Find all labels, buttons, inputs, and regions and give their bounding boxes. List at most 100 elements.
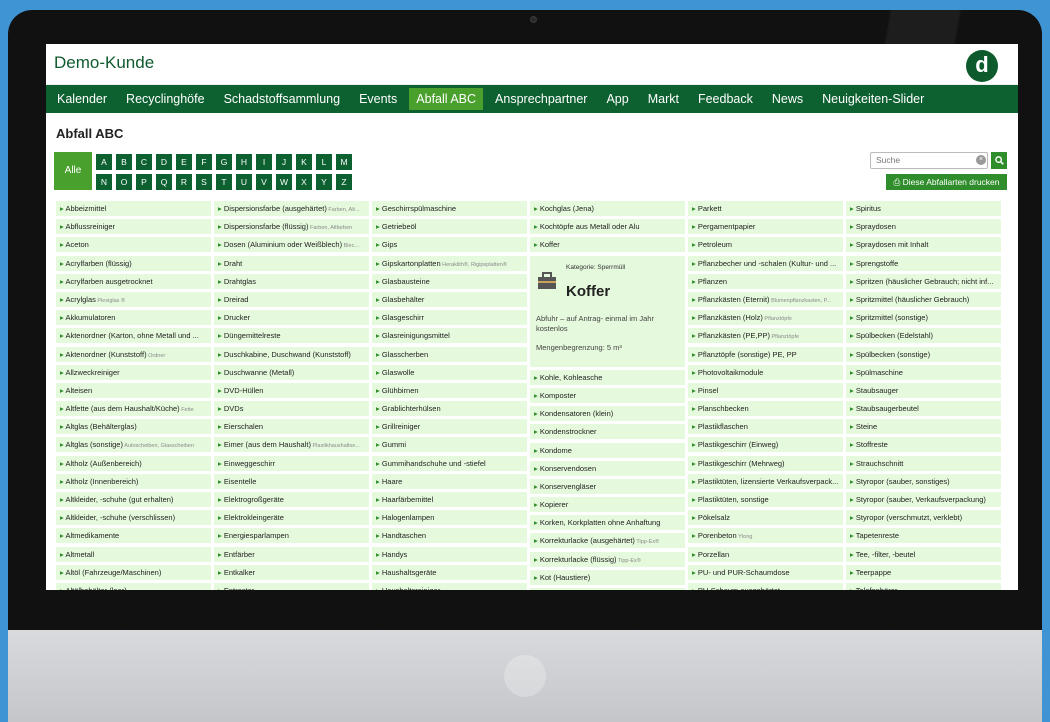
list-item[interactable]: Glasreinigungsmittel: [372, 328, 527, 344]
search-button[interactable]: [991, 152, 1007, 169]
list-item[interactable]: Spritzen (häuslicher Gebrauch; nicht inf…: [846, 273, 1001, 289]
list-item[interactable]: Altkleider, -schuhe (gut erhalten): [56, 492, 211, 507]
list-item[interactable]: Spritzmittel (sonstige): [846, 310, 1001, 326]
list-item[interactable]: Eierschalen: [214, 419, 369, 435]
letter-w-button[interactable]: W: [276, 174, 292, 190]
list-item[interactable]: Abflussreiniger: [56, 219, 211, 235]
list-item[interactable]: Altmetall: [56, 546, 211, 562]
list-item[interactable]: Altöl (Fahrzeuge/Maschinen): [56, 564, 211, 580]
list-item[interactable]: Glasscherben: [372, 346, 527, 362]
list-item[interactable]: Altglas (sonstige) Autoscheiben, Glassch…: [56, 437, 211, 453]
list-item[interactable]: Akkumulatoren: [56, 310, 211, 326]
list-item[interactable]: Entroster: [214, 582, 369, 590]
list-item[interactable]: Glasbehälter: [372, 291, 527, 307]
list-item[interactable]: Abbeizmittel: [56, 201, 211, 216]
site-logo-icon[interactable]: d: [966, 50, 998, 82]
list-item[interactable]: Drucker: [214, 310, 369, 326]
list-item[interactable]: Altmedikamente: [56, 528, 211, 544]
list-item[interactable]: Entkalker: [214, 564, 369, 580]
list-item[interactable]: Kohle, Kohleasche: [530, 369, 685, 385]
list-item[interactable]: Styropor (verschmutzt, verklebt): [846, 510, 1001, 526]
list-item[interactable]: Plastiktüten, lizensierte Verkaufsverpac…: [688, 473, 843, 489]
list-item[interactable]: Haarfärbemittel: [372, 492, 527, 507]
nav-item-recyclinghöfe[interactable]: Recyclinghöfe: [119, 88, 212, 110]
list-item[interactable]: Korrekturlacke (ausgehärtet) Tipp-Ex®: [530, 533, 685, 549]
list-item[interactable]: Duschwanne (Metall): [214, 364, 369, 380]
list-item[interactable]: Staubsaugerbeutel: [846, 401, 1001, 417]
search-input[interactable]: Suche: [870, 152, 988, 169]
nav-item-ansprechpartner[interactable]: Ansprechpartner: [488, 88, 594, 110]
list-item[interactable]: Pergamentpapier: [688, 219, 843, 235]
list-item[interactable]: Pflanzkästen (Holz) Pflanztöpfe: [688, 310, 843, 326]
list-item[interactable]: Haushaltsgeräte: [372, 564, 527, 580]
list-item[interactable]: Haare: [372, 473, 527, 489]
list-item[interactable]: Spülbecken (sonstige): [846, 346, 1001, 362]
list-item[interactable]: Koffer: [530, 237, 685, 253]
list-item[interactable]: Styropor (sauber, Verkaufsverpackung): [846, 492, 1001, 507]
nav-item-feedback[interactable]: Feedback: [691, 88, 760, 110]
list-item[interactable]: Konservengläser: [530, 478, 685, 494]
list-item[interactable]: Styropor (sauber, sonstiges): [846, 473, 1001, 489]
list-item[interactable]: Altkleider, -schuhe (verschlissen): [56, 510, 211, 526]
letter-j-button[interactable]: J: [276, 154, 292, 170]
list-item[interactable]: DVD-Hüllen: [214, 382, 369, 398]
list-item[interactable]: Altglas (Behälterglas): [56, 419, 211, 435]
list-item[interactable]: Getriebeöl: [372, 219, 527, 235]
list-item[interactable]: Altholz (Außenbereich): [56, 455, 211, 471]
list-item[interactable]: Halogenlampen: [372, 510, 527, 526]
list-item[interactable]: Plastikgeschirr (Einweg): [688, 437, 843, 453]
list-item[interactable]: Sprengstoffe: [846, 255, 1001, 271]
list-item[interactable]: Pflanzkästen (PE,PP) Pflanztöpfe: [688, 328, 843, 344]
list-item[interactable]: Acrylfarben ausgetrocknet: [56, 273, 211, 289]
list-item[interactable]: Aktenordner (Karton, ohne Metall und ...: [56, 328, 211, 344]
letter-t-button[interactable]: T: [216, 174, 232, 190]
list-item[interactable]: Einweggeschirr: [214, 455, 369, 471]
list-item[interactable]: Handtaschen: [372, 528, 527, 544]
list-item[interactable]: Teerpappe: [846, 564, 1001, 580]
letter-g-button[interactable]: G: [216, 154, 232, 170]
list-item[interactable]: Pinsel: [688, 382, 843, 398]
list-item[interactable]: Düngemittelreste: [214, 328, 369, 344]
list-item[interactable]: Petroleum: [688, 237, 843, 253]
list-item[interactable]: Spraydosen mit Inhalt: [846, 237, 1001, 253]
letter-o-button[interactable]: O: [116, 174, 132, 190]
list-item[interactable]: Pökelsalz: [688, 510, 843, 526]
letter-m-button[interactable]: M: [336, 154, 352, 170]
list-item[interactable]: Porenbeton Ytong: [688, 528, 843, 544]
nav-item-events[interactable]: Events: [352, 88, 404, 110]
list-item[interactable]: Duschkabine, Duschwand (Kunststoff): [214, 346, 369, 362]
nav-item-abfall-abc[interactable]: Abfall ABC: [409, 88, 484, 110]
list-item[interactable]: Korken, Korkplatten ohne Anhaftung: [530, 515, 685, 531]
list-item[interactable]: Pflanzbecher und -schalen (Kultur- und .…: [688, 255, 843, 271]
letter-f-button[interactable]: F: [196, 154, 212, 170]
nav-item-markt[interactable]: Markt: [641, 88, 686, 110]
list-item[interactable]: Plastikflaschen: [688, 419, 843, 435]
nav-item-neuigkeiten-slider[interactable]: Neuigkeiten-Slider: [815, 88, 931, 110]
letter-q-button[interactable]: Q: [156, 174, 172, 190]
letter-b-button[interactable]: B: [116, 154, 132, 170]
list-item[interactable]: PU-Schaum ausgehärtet: [688, 582, 843, 590]
list-item[interactable]: Gipskartonplatten Heraklith®, Rigipsplat…: [372, 255, 527, 271]
list-item[interactable]: Gips: [372, 237, 527, 253]
list-item[interactable]: Altölbehälter (leer): [56, 582, 211, 590]
clear-icon[interactable]: ×: [976, 155, 986, 165]
list-item[interactable]: Haushaltsreiniger: [372, 582, 527, 590]
letter-x-button[interactable]: X: [296, 174, 312, 190]
letter-n-button[interactable]: N: [96, 174, 112, 190]
list-item[interactable]: Küchenabfälle (gekocht): [530, 588, 685, 590]
list-item[interactable]: Strauchschnitt: [846, 455, 1001, 471]
list-item[interactable]: Planschbecken: [688, 401, 843, 417]
letter-e-button[interactable]: E: [176, 154, 192, 170]
letter-p-button[interactable]: P: [136, 174, 152, 190]
nav-item-app[interactable]: App: [599, 88, 635, 110]
list-item[interactable]: Gummi: [372, 437, 527, 453]
site-title[interactable]: Demo-Kunde: [54, 53, 154, 73]
list-item[interactable]: Dosen (Aluminium oder Weißblech) Blec...: [214, 237, 369, 253]
list-item[interactable]: Drahtglas: [214, 273, 369, 289]
list-item[interactable]: Grillreiniger: [372, 419, 527, 435]
list-item[interactable]: Kondensatoren (klein): [530, 406, 685, 422]
nav-item-kalender[interactable]: Kalender: [50, 88, 114, 110]
list-item[interactable]: Aktenordner (Kunststoff) Ordner: [56, 346, 211, 362]
list-item[interactable]: Spritzmittel (häuslicher Gebrauch): [846, 291, 1001, 307]
nav-item-schadstoffsammlung[interactable]: Schadstoffsammlung: [217, 88, 348, 110]
